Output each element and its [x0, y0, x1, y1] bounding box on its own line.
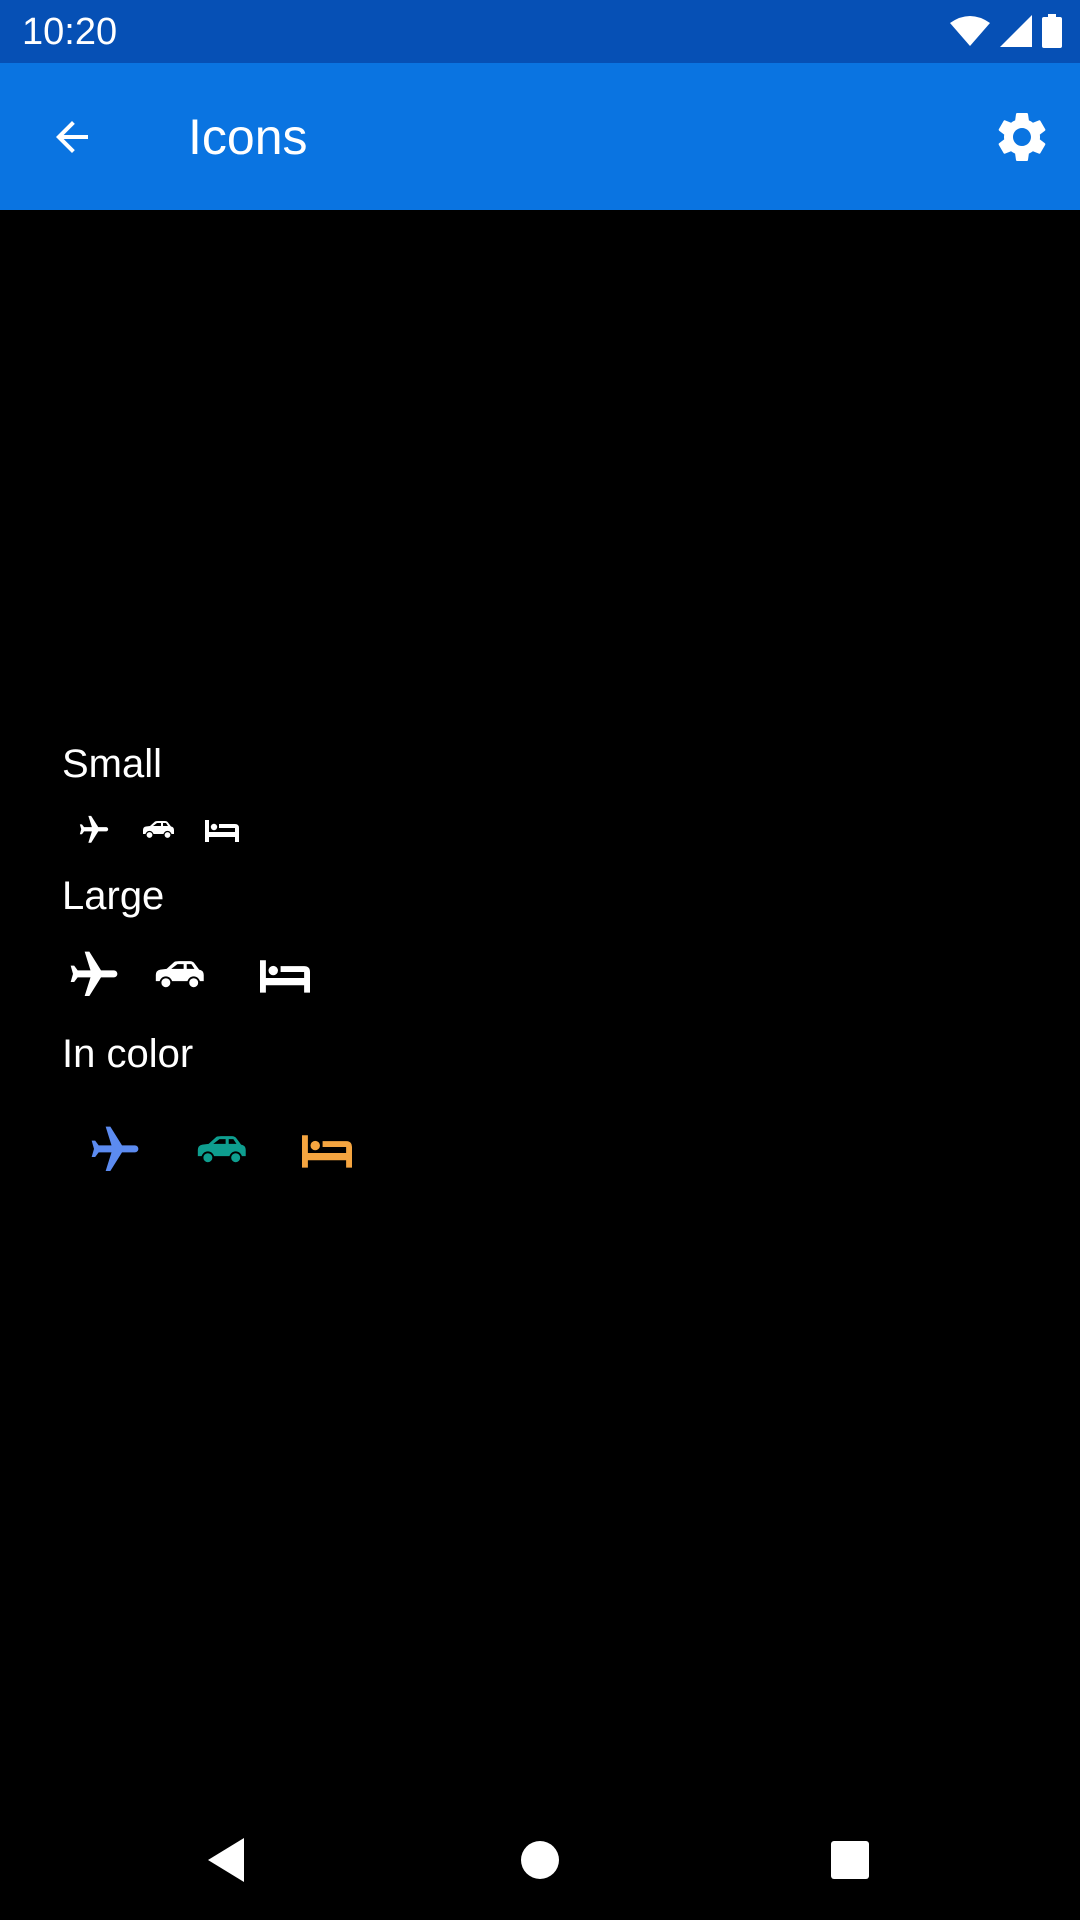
battery-icon — [1042, 14, 1062, 48]
small-bed-cell — [190, 818, 254, 842]
color-airplane-cell — [62, 1122, 168, 1178]
car-icon — [143, 821, 174, 840]
large-airplane-cell — [62, 947, 126, 1003]
color-bed-cell — [274, 1132, 380, 1168]
signal-icon — [1000, 15, 1032, 47]
nav-back-button[interactable] — [196, 1830, 256, 1890]
car-icon — [197, 1136, 246, 1165]
wifi-icon — [950, 16, 990, 46]
page-title: Icons — [188, 109, 308, 165]
bed-icon — [205, 820, 239, 842]
car-icon — [155, 961, 204, 990]
icon-row-small — [62, 788, 962, 872]
section-label-in-color: In color — [62, 1032, 194, 1076]
system-nav-bar — [0, 1800, 1080, 1920]
icon-row-color — [62, 1090, 962, 1210]
app-bar: Icons — [0, 63, 1080, 210]
large-bed-cell — [232, 957, 338, 993]
airplane-icon — [91, 1126, 139, 1171]
section-label-large: Large — [62, 874, 165, 918]
color-car-cell — [168, 1133, 274, 1167]
gear-icon — [998, 112, 1046, 161]
bed-icon — [302, 1135, 352, 1168]
section-label-small: Small — [62, 742, 163, 786]
nav-home-button[interactable] — [510, 1830, 570, 1890]
bed-icon — [260, 960, 310, 993]
small-car-cell — [126, 819, 190, 841]
airplane-icon — [70, 951, 118, 996]
back-triangle-icon — [208, 1838, 244, 1882]
recents-square-icon — [831, 1841, 869, 1879]
icon-row-large — [62, 920, 962, 1030]
back-button[interactable] — [40, 105, 104, 169]
icons-content: Small Large In color — [62, 740, 962, 1210]
large-car-cell — [126, 958, 232, 992]
settings-button[interactable] — [988, 103, 1056, 171]
status-time: 10:20 — [22, 11, 118, 53]
small-airplane-cell — [62, 813, 126, 847]
nav-recents-button[interactable] — [820, 1830, 880, 1890]
status-icons — [950, 14, 1062, 48]
screen: 10:20 Icons Small Large In color — [0, 0, 1080, 1920]
airplane-icon — [79, 815, 109, 843]
arrow-back-icon — [56, 121, 88, 153]
status-bar: 10:20 — [0, 0, 1080, 63]
home-circle-icon — [521, 1841, 559, 1879]
